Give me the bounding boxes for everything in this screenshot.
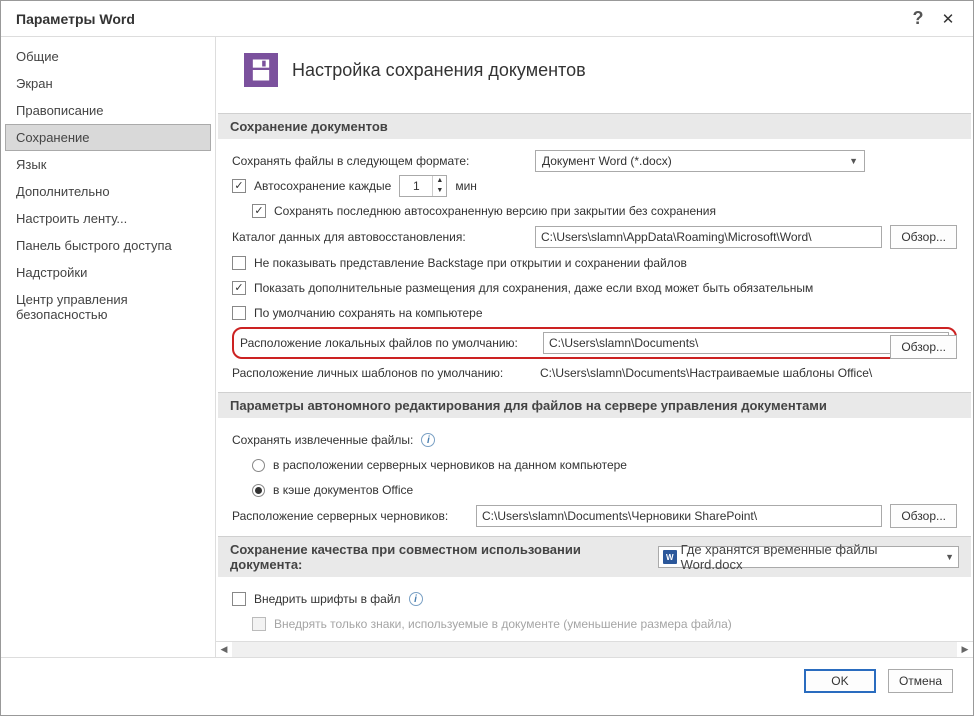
autosave-label: Автосохранение каждые: [254, 179, 391, 193]
embed-fonts-checkbox[interactable]: [232, 592, 246, 606]
sidebar-item-addins[interactable]: Надстройки: [1, 259, 215, 286]
horizontal-scrollbar[interactable]: ◀ ▶: [216, 641, 973, 657]
sidebar-item-proofing[interactable]: Правописание: [1, 97, 215, 124]
dialog-body: Общие Экран Правописание Сохранение Язык…: [1, 37, 973, 657]
scroll-right-icon[interactable]: ▶: [957, 642, 973, 658]
info-icon[interactable]: i: [409, 592, 423, 606]
autosave-checkbox[interactable]: ✓: [232, 179, 246, 193]
word-doc-icon: W: [663, 550, 677, 564]
sidebar-item-quick-access[interactable]: Панель быстрого доступа: [1, 232, 215, 259]
embed-only-used-checkbox: [252, 617, 266, 631]
spinner-down-icon[interactable]: ▼: [433, 186, 446, 196]
default-local-label: По умолчанию сохранять на компьютере: [254, 306, 483, 320]
server-drafts-location-input[interactable]: C:\Users\slamn\Documents\Черновики Share…: [476, 505, 882, 527]
no-backstage-checkbox[interactable]: [232, 256, 246, 270]
sidebar-item-customize-ribbon[interactable]: Настроить ленту...: [1, 205, 215, 232]
show-extra-places-label: Показать дополнительные размещения для с…: [254, 281, 813, 295]
server-drafts-location-label: Расположение серверных черновиков:: [232, 509, 468, 523]
keep-last-autosave-checkbox[interactable]: ✓: [252, 204, 266, 218]
info-icon[interactable]: i: [421, 433, 435, 447]
ok-button[interactable]: OK: [804, 669, 876, 693]
word-options-dialog: Параметры Word ? ✕ Общие Экран Правописа…: [0, 0, 974, 716]
personal-templates-label: Расположение личных шаблонов по умолчани…: [232, 366, 527, 380]
spinner-up-icon[interactable]: ▲: [433, 176, 446, 186]
close-button[interactable]: ✕: [933, 10, 963, 28]
section-offline-editing: Параметры автономного редактирования для…: [218, 392, 971, 419]
dialog-title: Параметры Word: [11, 11, 903, 27]
embed-fonts-label: Внедрить шрифты в файл: [254, 592, 401, 606]
browse-server-drafts-button[interactable]: Обзор...: [890, 504, 957, 528]
sidebar-item-advanced[interactable]: Дополнительно: [1, 178, 215, 205]
save-icon: [244, 53, 278, 87]
help-button[interactable]: ?: [903, 8, 933, 29]
titlebar: Параметры Word ? ✕: [1, 1, 973, 37]
sidebar-item-save[interactable]: Сохранение: [5, 124, 211, 151]
default-file-location-label: Расположение локальных файлов по умолчан…: [240, 336, 535, 350]
office-cache-radio[interactable]: [252, 484, 265, 497]
chevron-down-icon: ▼: [849, 156, 858, 166]
keep-last-autosave-label: Сохранять последнюю автосохраненную верс…: [274, 204, 716, 218]
section-save-documents: Сохранение документов: [218, 113, 971, 140]
fidelity-document-select[interactable]: W Где хранятся временные файлы Word.docx…: [658, 546, 959, 568]
section-fidelity: Сохранение качества при совместном испол…: [218, 536, 971, 578]
browse-default-location-button[interactable]: Обзор...: [890, 335, 957, 359]
server-drafts-label: в расположении серверных черновиков на д…: [273, 458, 627, 472]
page-header-text: Настройка сохранения документов: [292, 60, 586, 81]
server-drafts-radio[interactable]: [252, 459, 265, 472]
sidebar: Общие Экран Правописание Сохранение Язык…: [1, 37, 216, 657]
file-format-select[interactable]: Документ Word (*.docx) ▼: [535, 150, 865, 172]
page-header: Настройка сохранения документов: [216, 37, 973, 105]
sidebar-item-trust-center[interactable]: Центр управления безопасностью: [1, 286, 215, 328]
embed-only-used-label: Внедрять только знаки, используемые в до…: [274, 617, 732, 631]
show-extra-places-checkbox[interactable]: ✓: [232, 281, 246, 295]
browse-autorecover-button[interactable]: Обзор...: [890, 225, 957, 249]
autorecover-location-label: Каталог данных для автовосстановления:: [232, 230, 527, 244]
format-label: Сохранять файлы в следующем формате:: [232, 154, 527, 168]
autorecover-location-input[interactable]: C:\Users\slamn\AppData\Roaming\Microsoft…: [535, 226, 882, 248]
cancel-button[interactable]: Отмена: [888, 669, 953, 693]
checkout-label: Сохранять извлеченные файлы:: [232, 433, 413, 447]
sidebar-item-display[interactable]: Экран: [1, 70, 215, 97]
chevron-down-icon: ▼: [945, 552, 954, 562]
scroll-left-icon[interactable]: ◀: [216, 642, 232, 658]
personal-templates-path[interactable]: C:\Users\slamn\Documents\Настраиваемые ш…: [535, 362, 957, 384]
autosave-unit: мин: [455, 179, 477, 193]
office-cache-label: в кэше документов Office: [273, 483, 413, 497]
sidebar-item-general[interactable]: Общие: [1, 43, 215, 70]
dialog-footer: OK Отмена: [1, 657, 973, 703]
main-panel: Настройка сохранения документов Сохранен…: [216, 37, 973, 657]
no-backstage-label: Не показывать представление Backstage пр…: [254, 256, 687, 270]
default-local-checkbox[interactable]: [232, 306, 246, 320]
autosave-minutes-spinner[interactable]: 1 ▲▼: [399, 175, 447, 197]
sidebar-item-language[interactable]: Язык: [1, 151, 215, 178]
default-file-location-input[interactable]: C:\Users\slamn\Documents\: [543, 332, 949, 354]
